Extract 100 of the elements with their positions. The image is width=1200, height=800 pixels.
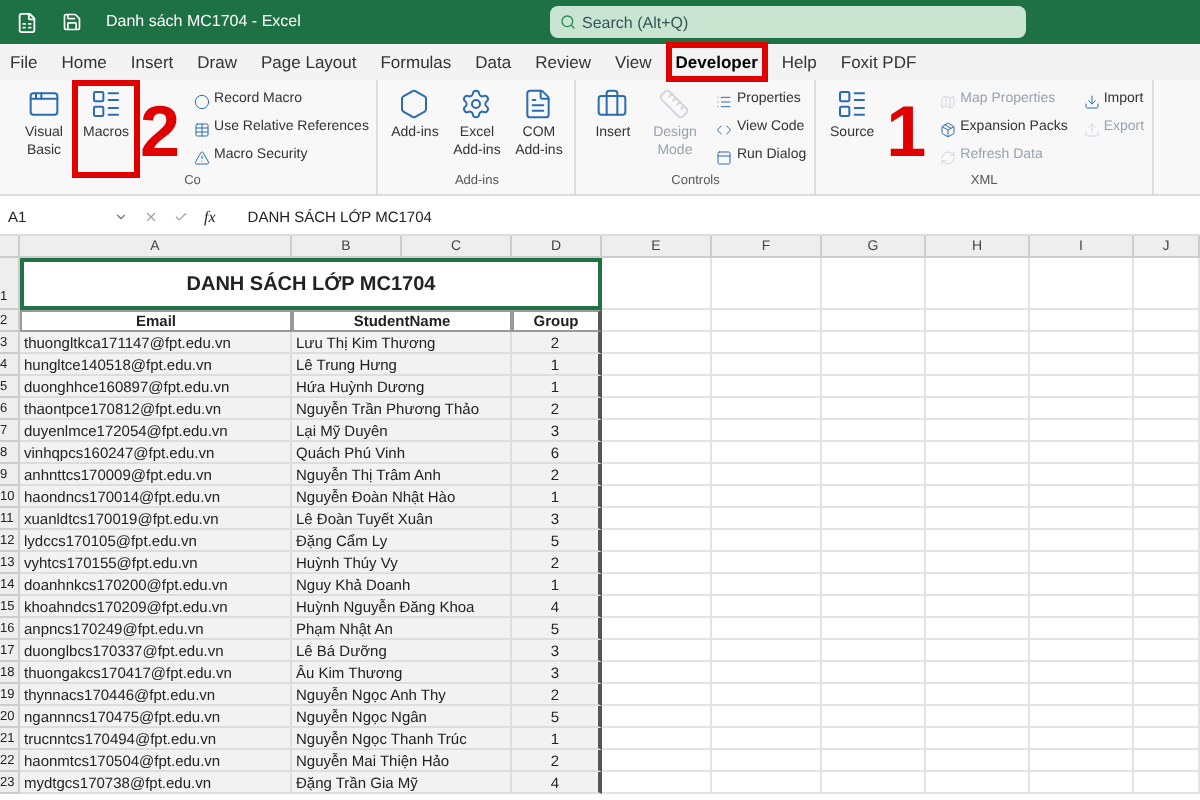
ribbon-tab[interactable]: View <box>613 49 654 75</box>
empty-cell <box>1134 662 1200 684</box>
empty-cell <box>712 486 822 508</box>
empty-cell <box>926 376 1030 398</box>
toolbox-icon <box>596 88 629 120</box>
empty-cell <box>822 442 926 464</box>
empty-cell <box>926 486 1030 508</box>
step-number: 2 <box>140 96 181 169</box>
empty-cell <box>822 398 926 420</box>
empty-cell <box>1134 530 1200 552</box>
empty-cell <box>822 750 926 772</box>
function-label[interactable]: fx <box>204 205 216 229</box>
empty-cell <box>926 508 1030 530</box>
ribbon-tab[interactable]: Insert <box>128 49 176 75</box>
empty-cell <box>822 420 926 442</box>
empty-cell <box>926 332 1030 354</box>
search-field[interactable]: Search (Alt+Q) <box>550 6 1026 38</box>
empty-cell <box>822 354 926 376</box>
empty-cell <box>822 310 926 332</box>
empty-cell <box>1134 684 1200 706</box>
ribbon-tab[interactable]: Page Layout <box>259 49 359 75</box>
empty-cell <box>1030 596 1134 618</box>
empty-cell <box>1030 772 1134 794</box>
empty-cell <box>926 354 1030 376</box>
empty-cell <box>822 596 926 618</box>
empty-cell <box>822 486 926 508</box>
gear-icon <box>460 88 493 120</box>
empty-cell <box>1030 420 1134 442</box>
empty-cell <box>712 662 822 684</box>
empty-cell <box>1134 574 1200 596</box>
empty-cell <box>1134 706 1200 728</box>
ribbon-tab[interactable]: Developer <box>673 49 760 75</box>
empty-cell <box>1134 640 1200 662</box>
package-icon <box>940 121 957 138</box>
empty-cell <box>712 618 822 640</box>
empty-cell <box>926 772 1030 794</box>
empty-cell <box>926 640 1030 662</box>
empty-cell <box>712 376 822 398</box>
ribbon-tab[interactable]: Home <box>59 49 109 75</box>
record-icon <box>194 93 211 109</box>
dropdown-icon[interactable] <box>114 210 128 224</box>
empty-cell <box>1134 486 1200 508</box>
ribbon-tab[interactable]: Review <box>533 49 594 75</box>
empty-cell <box>822 530 926 552</box>
empty-cell <box>1030 376 1134 398</box>
empty-cell <box>926 728 1030 750</box>
hexagon-icon <box>398 88 431 120</box>
empty-cell <box>926 574 1030 596</box>
empty-cell <box>1030 552 1134 574</box>
empty-cell <box>712 442 822 464</box>
empty-cell <box>1134 354 1200 376</box>
map-icon <box>940 93 957 109</box>
empty-cell <box>1030 662 1134 684</box>
empty-cell <box>712 420 822 442</box>
empty-cell <box>1030 464 1134 486</box>
empty-cell <box>926 464 1030 486</box>
refresh-icon <box>940 149 957 166</box>
empty-cell <box>1134 332 1200 354</box>
empty-cell <box>1030 750 1134 772</box>
empty-cell <box>1030 508 1134 530</box>
empty-cell <box>926 398 1030 420</box>
empty-cell <box>712 508 822 530</box>
empty-cell <box>1030 486 1134 508</box>
empty-cell <box>712 464 822 486</box>
empty-cell <box>712 684 822 706</box>
ribbon-tab[interactable]: Formulas <box>378 49 454 75</box>
ribbon-tab[interactable]: Foxit PDF <box>838 49 919 75</box>
panes-icon <box>836 88 869 120</box>
empty-cell <box>926 420 1030 442</box>
empty-cell <box>926 258 1030 310</box>
empty-cell <box>602 258 712 310</box>
empty-cell <box>1134 442 1200 464</box>
dialog-icon <box>716 149 733 166</box>
save-icon[interactable] <box>62 12 82 32</box>
cancel-icon[interactable] <box>144 210 158 224</box>
empty-cell <box>712 398 822 420</box>
empty-cell <box>1134 464 1200 486</box>
empty-cell <box>1134 310 1200 332</box>
code-icon <box>716 121 733 138</box>
window-title: Danh sách MC1704 - Excel <box>106 10 303 34</box>
empty-cell <box>926 706 1030 728</box>
empty-cell <box>712 574 822 596</box>
empty-cell <box>926 684 1030 706</box>
empty-cell <box>1134 376 1200 398</box>
empty-cell <box>822 640 926 662</box>
empty-cell <box>822 552 926 574</box>
empty-cell <box>712 310 822 332</box>
check-icon[interactable] <box>174 210 188 224</box>
ribbon-tab[interactable]: File <box>8 49 40 75</box>
empty-cell <box>1134 772 1200 794</box>
empty-cell <box>1134 508 1200 530</box>
empty-cell <box>1030 530 1134 552</box>
select-all-corner[interactable] <box>0 236 20 258</box>
empty-cell <box>1030 640 1134 662</box>
empty-cell <box>712 258 822 310</box>
ribbon-tab[interactable]: Help <box>779 49 819 75</box>
ribbon-tab[interactable]: Draw <box>195 49 239 75</box>
empty-cell <box>1030 684 1134 706</box>
ribbon-tab[interactable]: Data <box>473 49 514 75</box>
search-icon <box>560 14 576 30</box>
